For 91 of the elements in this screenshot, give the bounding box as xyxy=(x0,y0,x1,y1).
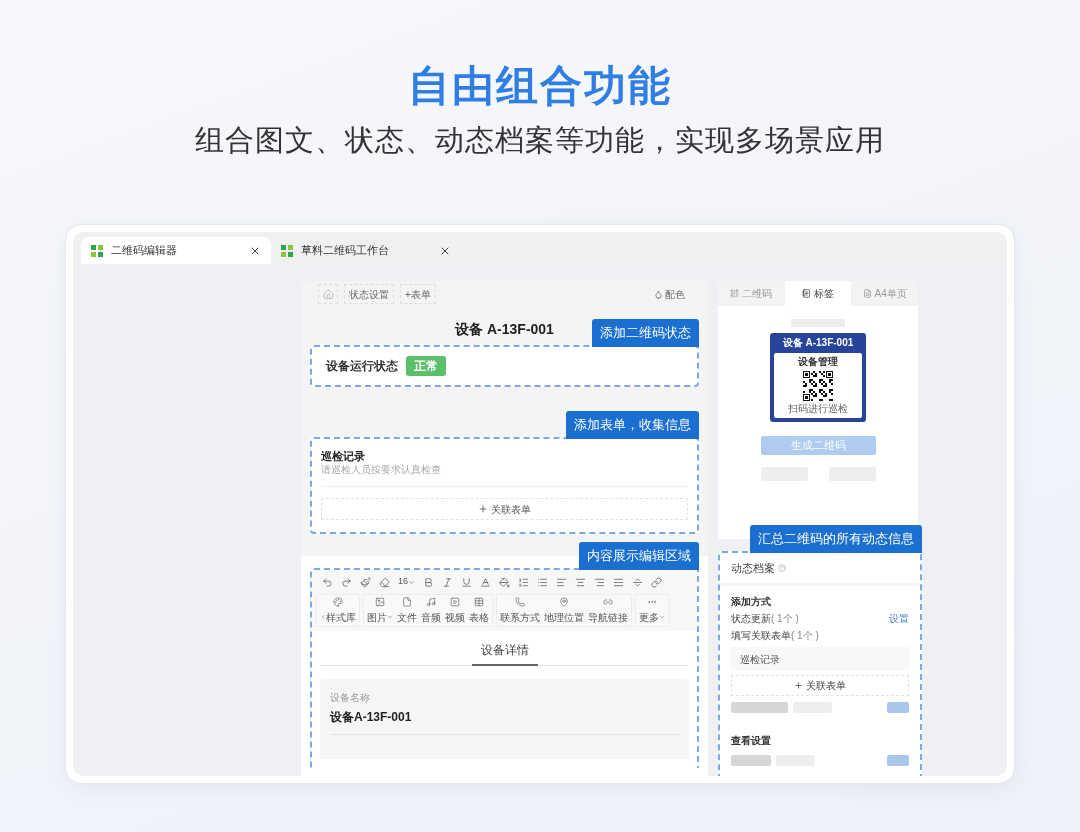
toolbar-button[interactable]: 状态设置 xyxy=(344,284,394,304)
browser-tab[interactable]: 草料二维码工作台 xyxy=(271,237,461,264)
form-title: 巡检记录 xyxy=(321,449,366,463)
redo-icon[interactable] xyxy=(341,576,352,588)
archive-title: 动态档案 xyxy=(731,560,775,576)
label-subtitle: 设备管理 xyxy=(798,356,838,368)
eraser-icon[interactable] xyxy=(379,576,390,588)
placeholder-bar xyxy=(731,702,788,713)
field-label: 设备名称 xyxy=(330,691,371,705)
field-value: 设备A-13F-001 xyxy=(330,709,413,726)
video-icon xyxy=(450,596,460,607)
section-heading: 查看设置 xyxy=(731,735,772,747)
link-icon xyxy=(603,596,613,607)
hero-subtitle: 组合图文、状态、动态档案等功能，实现多场景应用 xyxy=(195,123,885,158)
page-title: 设备 A-13F-001 xyxy=(455,320,554,339)
qr-logo-icon xyxy=(91,244,103,257)
label-title: 设备 A-13F-001 xyxy=(782,336,854,350)
format-painter-icon[interactable] xyxy=(360,576,371,588)
underline-icon[interactable] xyxy=(461,576,472,588)
caret-icon xyxy=(408,578,415,586)
bullet-list-icon[interactable] xyxy=(537,576,548,588)
panel-tab[interactable]: 标签 xyxy=(784,281,852,306)
divider-icon[interactable] xyxy=(632,576,643,588)
placeholder-bar xyxy=(731,755,771,766)
insert-tool[interactable]: 联系方式 xyxy=(498,595,542,626)
method-label: 状态更新 xyxy=(731,612,771,625)
align-right-icon[interactable] xyxy=(594,576,605,588)
file-icon xyxy=(402,596,412,607)
method-label: 填写关联表单 xyxy=(731,629,791,642)
link-form-button[interactable]: 关联表单 xyxy=(321,498,688,520)
method-count: ( 1个 ) xyxy=(771,612,799,625)
ordered-list-icon[interactable] xyxy=(518,576,529,588)
tab-label: 二维码编辑器 xyxy=(111,243,178,259)
insert-tool[interactable]: 导航链接 xyxy=(586,595,630,626)
highlight-icon[interactable] xyxy=(499,576,510,588)
method-count: ( 1个 ) xyxy=(791,629,819,642)
callout-label: 添加表单，收集信息 xyxy=(566,411,699,439)
qr-code-icon xyxy=(730,289,740,298)
label-caption: 扫码进行巡检 xyxy=(788,403,848,415)
align-center-icon[interactable] xyxy=(575,576,586,588)
insert-tool[interactable]: 图片 xyxy=(365,595,395,626)
insert-tool[interactable]: 表格 xyxy=(467,595,491,626)
justify-icon[interactable] xyxy=(613,576,624,588)
browser-tab[interactable]: 二维码编辑器 xyxy=(81,237,271,264)
undo-icon[interactable] xyxy=(322,576,333,588)
caret-icon xyxy=(659,614,665,620)
plus-icon xyxy=(794,681,803,690)
qr-logo-icon xyxy=(281,244,293,257)
home-icon xyxy=(322,288,334,300)
insert-tool[interactable]: 更多 xyxy=(637,595,667,626)
droplet-icon xyxy=(654,289,663,299)
callout-label: 内容展示编辑区域 xyxy=(579,542,699,570)
placeholder-bar xyxy=(887,702,909,713)
insert-tool[interactable]: 视频 xyxy=(443,595,467,626)
callout-label: 添加二维码状态 xyxy=(592,319,699,347)
link-icon[interactable] xyxy=(651,576,662,588)
table-icon xyxy=(474,596,484,607)
settings-link[interactable]: 设置 xyxy=(889,612,909,625)
status-tag: 正常 xyxy=(406,356,446,376)
section-tab[interactable]: 设备详情 xyxy=(471,637,538,666)
palette-icon xyxy=(333,596,343,607)
color-button[interactable]: 配色 xyxy=(654,286,685,302)
toolbar-button[interactable]: +表单 xyxy=(400,284,436,304)
font-size-select[interactable]: 16 xyxy=(398,575,415,589)
insert-tool[interactable]: 音频 xyxy=(419,595,443,626)
status-label: 设备运行状态 xyxy=(326,358,398,375)
phone-icon xyxy=(515,596,525,607)
italic-icon[interactable] xyxy=(442,576,453,588)
hero-title: 自由组合功能 xyxy=(408,61,672,111)
font-color-icon[interactable] xyxy=(480,576,491,588)
insert-tool[interactable]: 地理位置 xyxy=(542,595,586,626)
image-icon xyxy=(375,596,385,607)
document-icon xyxy=(862,289,872,298)
caret-icon xyxy=(320,614,326,620)
insert-tool[interactable]: 文件 xyxy=(395,595,419,626)
align-left-icon[interactable] xyxy=(556,576,567,588)
plus-icon xyxy=(478,504,488,514)
bold-icon[interactable] xyxy=(423,576,434,588)
linked-form-item[interactable]: 巡检记录 xyxy=(731,647,909,671)
qr-code-icon xyxy=(803,371,833,401)
music-note-icon xyxy=(426,596,436,607)
notebook-icon xyxy=(802,289,811,298)
tab-label: 草料二维码工作台 xyxy=(301,243,390,259)
callout-label: 汇总二维码的所有动态信息 xyxy=(750,525,922,553)
map-pin-icon xyxy=(559,596,569,607)
section-heading: 添加方式 xyxy=(731,596,772,608)
insert-tool[interactable]: 样式库 xyxy=(318,595,358,626)
link-form-button[interactable]: 关联表单 xyxy=(731,675,909,696)
caret-icon xyxy=(387,614,393,620)
form-description: 请巡检人员按要求认真检查 xyxy=(321,463,442,476)
placeholder-bar xyxy=(887,755,909,766)
